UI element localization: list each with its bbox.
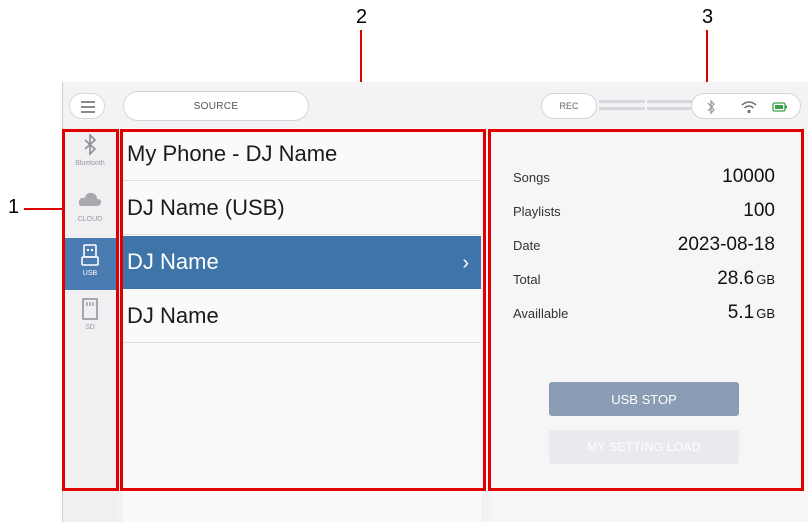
level-meter-right [647,107,693,110]
callout-line-1 [24,208,64,210]
wifi-icon [741,101,757,114]
level-meter-left [599,100,645,103]
menu-button[interactable] [69,93,105,119]
battery-icon [772,102,787,112]
bluetooth-icon [707,99,715,115]
callout-number-1: 1 [8,196,20,218]
menu-icon-line [81,106,95,108]
callout-box-3 [488,129,804,491]
level-meter-right [647,100,693,103]
top-bar: SOURCE REC [63,82,808,128]
callout-number-2: 2 [356,6,368,28]
rec-button[interactable]: REC [541,93,597,119]
source-button[interactable]: SOURCE [123,91,309,121]
callout-box-2 [120,129,486,491]
callout-box-1 [62,129,119,491]
menu-icon [81,101,95,103]
level-meter-left [599,107,645,110]
menu-icon-line [81,111,95,113]
callout-number-3: 3 [702,6,714,28]
status-indicators [691,93,801,119]
